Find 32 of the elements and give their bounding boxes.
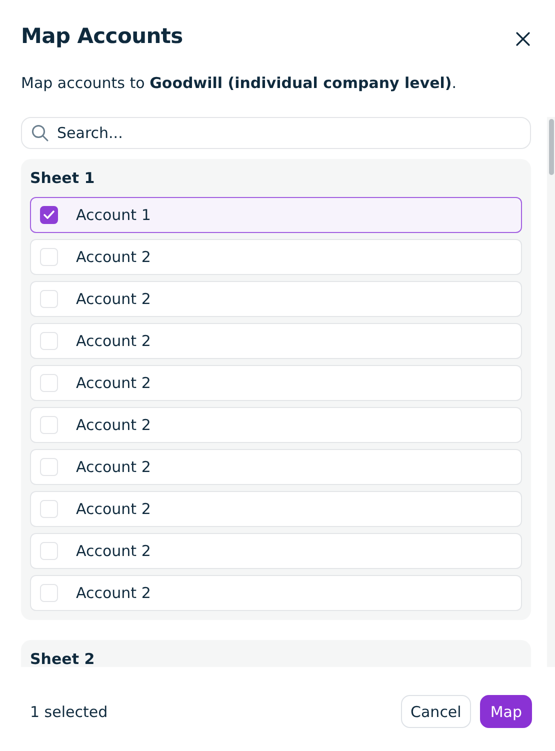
account-label: Account 2 bbox=[76, 248, 151, 266]
account-row[interactable]: Account 2 bbox=[30, 449, 522, 485]
account-row[interactable]: Account 2 bbox=[30, 533, 522, 569]
cancel-button[interactable]: Cancel bbox=[400, 695, 472, 728]
account-row[interactable]: Account 2 bbox=[30, 407, 522, 443]
account-label: Account 2 bbox=[76, 416, 151, 434]
checkbox[interactable] bbox=[40, 206, 58, 224]
account-label: Account 2 bbox=[76, 584, 151, 602]
account-row[interactable]: Account 2 bbox=[30, 281, 522, 317]
scrollbar[interactable] bbox=[547, 117, 555, 667]
dialog-title: Map Accounts bbox=[21, 24, 183, 48]
account-row[interactable]: Account 1 bbox=[30, 197, 522, 233]
search-field[interactable]: Search... bbox=[21, 117, 531, 149]
check-icon bbox=[43, 210, 55, 220]
account-label: Account 2 bbox=[76, 290, 151, 308]
account-row[interactable]: Account 2 bbox=[30, 575, 522, 611]
sheet-heading: Sheet 1 bbox=[30, 169, 95, 187]
account-row[interactable]: Account 2 bbox=[30, 239, 522, 275]
account-row[interactable]: Account 2 bbox=[30, 491, 522, 527]
account-label: Account 2 bbox=[76, 458, 151, 476]
map-button[interactable]: Map bbox=[480, 695, 532, 728]
close-icon[interactable] bbox=[514, 30, 532, 48]
account-label: Account 2 bbox=[76, 542, 151, 560]
dialog-description: Map accounts to Goodwill (individual company level). bbox=[21, 74, 458, 92]
sheet-heading: Sheet 2 bbox=[30, 650, 95, 667]
account-row[interactable]: Account 2 bbox=[30, 323, 522, 359]
account-label: Account 1 bbox=[76, 206, 151, 224]
account-label: Account 2 bbox=[76, 500, 151, 518]
account-label: Account 2 bbox=[76, 374, 151, 392]
selection-count: 1 selected bbox=[30, 702, 108, 720]
account-label: Account 2 bbox=[76, 332, 151, 350]
account-row[interactable]: Account 2 bbox=[30, 365, 522, 401]
